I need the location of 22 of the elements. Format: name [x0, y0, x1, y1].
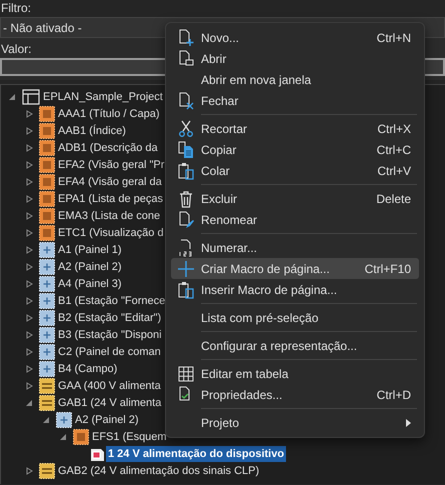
menu-item-label: Renomear	[201, 212, 258, 228]
menu-item-label: Colar	[201, 162, 231, 180]
shortcut-label: Delete	[376, 190, 411, 208]
menu-item-label: Lista com pré-seleção	[201, 310, 320, 326]
menu-item-label: Numerar...	[201, 240, 258, 256]
shortcut-label: Ctrl+F10	[364, 260, 411, 278]
menu-item-label: Copiar	[201, 142, 238, 158]
filter-label: Filtro:	[0, 0, 32, 17]
shortcut-label: Ctrl+V	[377, 162, 411, 180]
menu-item-label: Projeto	[201, 414, 240, 432]
menu-item-label: Inserir Macro de página...	[201, 282, 338, 298]
shortcut-label: Ctrl+X	[377, 120, 411, 138]
shortcut-label: Ctrl+C	[376, 142, 411, 158]
shortcut-label: Ctrl+D	[376, 386, 411, 404]
menu-item-label: Fechar	[201, 92, 240, 110]
menu-item-label: Configurar a representação...	[201, 338, 358, 354]
menu-item-label: Criar Macro de página...	[201, 260, 331, 278]
menu-item-label: Excluir	[201, 190, 238, 208]
menu-item-label: Editar em tabela	[201, 366, 290, 382]
menu-item-label: Propriedades...	[201, 386, 284, 404]
menu-item-label: Recortar	[201, 120, 248, 138]
menu-item-label: Abrir em nova janela	[201, 72, 312, 88]
